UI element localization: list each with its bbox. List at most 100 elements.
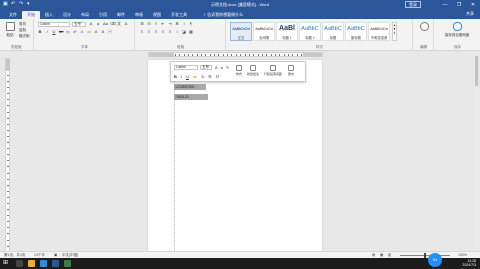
tab-mailings[interactable]: 邮件	[112, 11, 130, 19]
close-button[interactable]: ✕	[466, 0, 480, 10]
tab-references[interactable]: 引用	[94, 11, 112, 19]
align-center-icon[interactable]: ≡	[147, 30, 151, 34]
share-button[interactable]: 共享	[466, 11, 474, 17]
format-painter-icon[interactable]: ✎	[226, 65, 229, 70]
document-page[interactable]: 1234567890 7890123	[148, 60, 322, 259]
style-subtle-emphasis[interactable]: AaBbCcDd 不明显强调	[368, 22, 390, 41]
align-right-icon[interactable]: ≡	[154, 30, 158, 34]
system-tray[interactable]: 11:28 2024/7/3	[462, 259, 476, 267]
bold-icon[interactable]: B	[174, 74, 177, 79]
notification-badge[interactable]: 51	[428, 253, 442, 267]
bullets-icon[interactable]: ☰	[208, 74, 212, 79]
show-marks-icon[interactable]: ¶	[189, 22, 193, 26]
font-size-select[interactable]: 五号	[72, 22, 86, 27]
tell-me-search[interactable]: ♀ 告诉我你想要做什么	[198, 11, 248, 19]
subscript-icon[interactable]: x₂	[66, 30, 70, 34]
char-shading-icon[interactable]: A	[101, 30, 105, 34]
browser-icon[interactable]	[40, 260, 47, 267]
style-heading-1[interactable]: AaBl 标题 1	[276, 22, 298, 41]
read-mode-icon[interactable]: ▤	[372, 253, 375, 257]
char-border-icon[interactable]: A	[124, 22, 128, 26]
paste-button[interactable]: 粘贴	[2, 22, 18, 40]
enclose-char-icon[interactable]: ㊀	[108, 30, 112, 34]
style-subtitle[interactable]: AaBbC 副标题	[345, 22, 367, 41]
italic-icon[interactable]: I	[45, 30, 49, 34]
mini-font-select[interactable]: Calibri	[174, 65, 198, 70]
highlight-icon[interactable]: ab	[87, 30, 91, 34]
style-title[interactable]: AaBbC 标题	[322, 22, 344, 41]
justify-icon[interactable]: ≡	[161, 30, 165, 34]
app-icon[interactable]	[64, 260, 71, 267]
tab-view[interactable]: 视图	[148, 11, 166, 19]
mini-styles-button[interactable]: 样式	[233, 65, 245, 76]
mini-line-spacing-button[interactable]: 行和段落间距	[263, 65, 283, 76]
grow-font-icon[interactable]: A	[215, 65, 218, 70]
tab-developer[interactable]: 开发工具	[166, 11, 192, 19]
numbering-icon[interactable]: ☷	[147, 22, 151, 26]
shrink-font-icon[interactable]: a	[96, 22, 100, 26]
multilevel-list-icon[interactable]: ≡	[154, 22, 158, 26]
text-effects-icon[interactable]: A	[80, 30, 84, 34]
underline-icon[interactable]: U	[52, 30, 56, 34]
format-painter-button[interactable]: 格式刷	[19, 34, 30, 39]
bold-icon[interactable]: B	[38, 30, 42, 34]
font-color-icon[interactable]: A	[201, 74, 204, 79]
mini-center-button[interactable]: 居中	[285, 65, 297, 76]
vertical-scrollbar[interactable]	[474, 52, 479, 251]
tab-insert[interactable]: 插入	[40, 11, 58, 19]
highlight-icon[interactable]: ab	[193, 74, 197, 79]
editing-button[interactable]	[416, 22, 432, 40]
spellcheck-icon[interactable]: ▣	[54, 253, 57, 257]
zoom-slider[interactable]	[400, 253, 450, 258]
selected-text-line-1[interactable]: 1234567890	[174, 84, 206, 90]
zoom-level[interactable]: 100%	[458, 253, 467, 257]
increase-indent-icon[interactable]: ⇥	[168, 22, 172, 26]
superscript-icon[interactable]: x²	[73, 30, 77, 34]
decrease-indent-icon[interactable]: ⇤	[161, 22, 165, 26]
mini-comment-button[interactable]: 新建批注	[247, 65, 259, 76]
change-case-icon[interactable]: Aa	[103, 22, 108, 26]
bullets-icon[interactable]: ☰	[140, 22, 144, 26]
vertical-ruler[interactable]	[5, 58, 10, 258]
login-button[interactable]: 登录	[405, 1, 421, 8]
mini-size-select[interactable]: 五号	[200, 65, 212, 70]
selected-text-line-2[interactable]: 7890123	[174, 94, 208, 100]
phonetic-icon[interactable]: 文	[117, 22, 121, 26]
strikethrough-icon[interactable]: ab	[59, 30, 63, 34]
start-icon[interactable]: ⊞	[3, 260, 10, 267]
sort-icon[interactable]: ↕	[182, 22, 186, 26]
shading-icon[interactable]: ◪	[182, 30, 186, 34]
minimize-button[interactable]: —	[438, 0, 452, 10]
clear-format-icon[interactable]: ⌫	[110, 22, 116, 26]
tab-review[interactable]: 审阅	[130, 11, 148, 19]
tab-home[interactable]: 开始	[22, 11, 40, 19]
file-explorer-icon[interactable]	[28, 260, 35, 267]
underline-icon[interactable]: U	[186, 74, 189, 79]
cut-button[interactable]: 剪切	[19, 22, 26, 27]
shrink-font-icon[interactable]: a	[221, 65, 223, 70]
style-no-spacing[interactable]: AaBbCcDd 无间隔	[253, 22, 275, 41]
restore-button[interactable]: ❐	[452, 0, 466, 10]
borders-icon[interactable]: ▦	[189, 30, 193, 34]
web-layout-icon[interactable]: ▥	[388, 253, 391, 257]
italic-icon[interactable]: I	[181, 74, 182, 79]
align-left-icon[interactable]: ≡	[140, 30, 144, 34]
chinese-layout-icon[interactable]: ✲	[175, 22, 179, 26]
line-spacing-icon[interactable]: ↕	[175, 30, 179, 34]
search-icon[interactable]	[16, 260, 23, 267]
numbering-icon[interactable]: ☷	[216, 74, 220, 79]
copy-button[interactable]: 复制	[19, 28, 26, 33]
font-color-icon[interactable]: A	[94, 30, 98, 34]
tab-file[interactable]: 文件	[4, 11, 22, 19]
grow-font-icon[interactable]: A	[89, 22, 93, 26]
style-heading-2[interactable]: AaBbC 标题 2	[299, 22, 321, 41]
print-layout-icon[interactable]: ▦	[380, 253, 383, 257]
save-to-baidu-button[interactable]: 保存到百度网盘	[441, 22, 473, 40]
horizontal-ruler[interactable]	[148, 52, 323, 57]
font-name-select[interactable]: Calibri	[38, 22, 70, 27]
style-normal[interactable]: AaBbCcDd 正文	[230, 22, 252, 41]
distributed-icon[interactable]: ≡	[168, 30, 172, 34]
scroll-thumb[interactable]	[475, 56, 478, 86]
word-icon[interactable]	[52, 260, 59, 267]
styles-scroll[interactable]: ▲ ▼ ▾	[392, 22, 397, 41]
